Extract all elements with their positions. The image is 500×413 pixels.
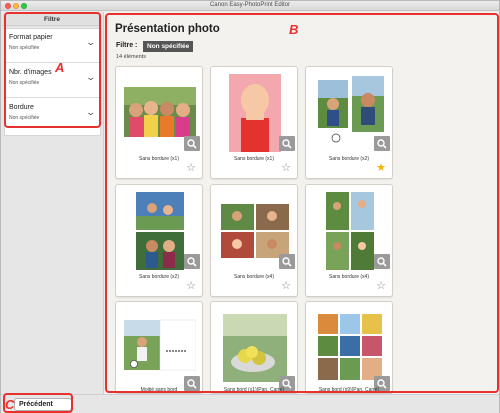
callout-label-b: B: [289, 22, 299, 37]
footer-bar: Précédent: [1, 394, 499, 413]
app-window: Canon Easy-PhotoPrint Editor Filtre Form…: [0, 0, 500, 413]
callout-label-c: C: [5, 397, 15, 412]
window-title: Canon Easy-PhotoPrint Editor: [209, 2, 291, 8]
callout-frame-a: [4, 12, 101, 128]
callout-label-a: A: [55, 60, 65, 75]
callout-frame-b: [105, 13, 499, 393]
title-bar: Canon Easy-PhotoPrint Editor: [1, 1, 499, 11]
